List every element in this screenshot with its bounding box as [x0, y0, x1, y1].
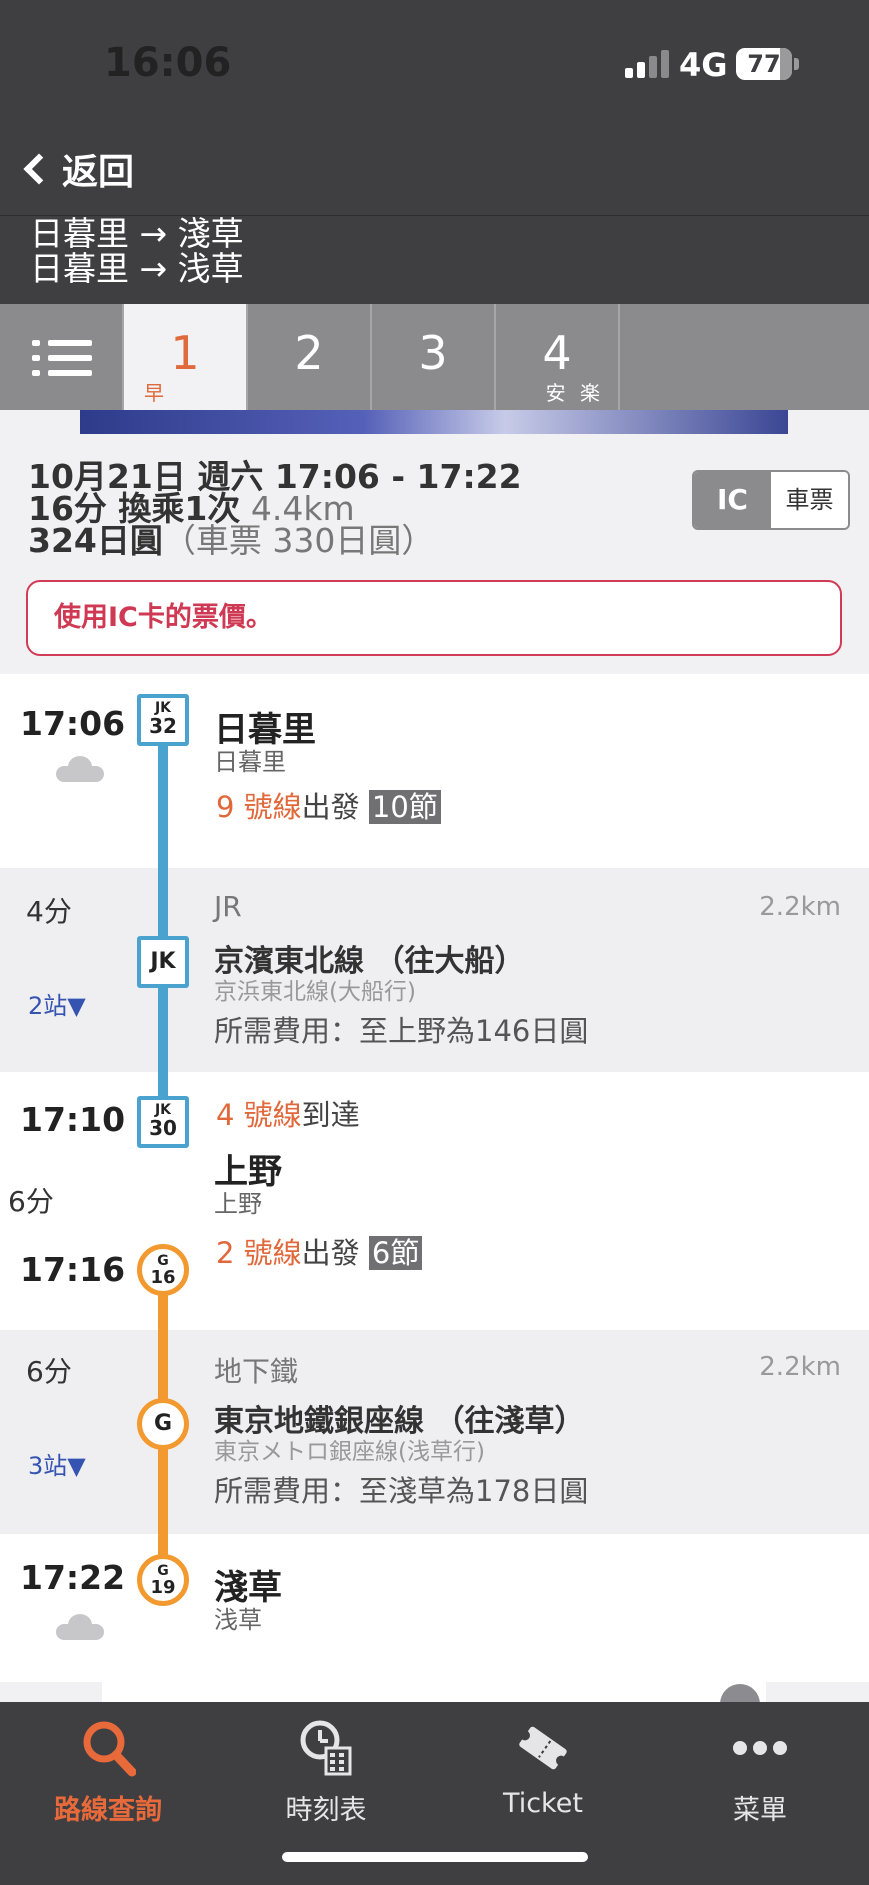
car-count: 10節: [368, 790, 441, 824]
platform-info: 9 號線出發 10節: [216, 784, 441, 826]
tab-badge-cheap-easy: 安 楽: [545, 381, 604, 405]
arrive-time: 17:22: [20, 1558, 126, 1597]
depart-time: 17:06: [20, 704, 126, 743]
tab-route-search[interactable]: 路線查詢: [8, 1718, 208, 1828]
battery-level: 77: [747, 50, 781, 78]
route-tabs: 1 早 2 3 4 安 楽: [0, 304, 869, 410]
leg-duration: 4分: [26, 895, 72, 928]
status-time: 16:06: [104, 40, 232, 86]
back-label: 返回: [62, 152, 135, 193]
route-title: 日暮里 → 淺草: [30, 214, 244, 253]
more-dots-icon: [733, 1741, 787, 1755]
status-bar: 16:06 4G 77: [0, 0, 869, 120]
ticket-icon: [519, 1726, 567, 1770]
signal-icon: [625, 50, 671, 78]
line-name-local: 京浜東北線(大船行): [214, 979, 416, 1005]
ticket-fare: （車票 330日圓）: [162, 521, 435, 560]
tab-route-1[interactable]: 1 早: [124, 304, 248, 410]
stop-row-ueno[interactable]: [0, 1072, 869, 1330]
tab-badge-fastest: 早: [144, 381, 168, 405]
route-title-original: 日暮里 → 浅草: [30, 249, 244, 288]
route-timeline: 17:06 JK 32 日暮里 日暮里 9 號線出發 10節 4分 2站▼ JR …: [0, 674, 869, 1704]
operator: JR: [214, 890, 242, 923]
route-header: 日暮里 → 淺草 日暮里 → 浅草: [0, 216, 869, 304]
nav-bar: 返回: [0, 120, 869, 216]
station-name-local: 上野: [214, 1190, 262, 1218]
jr-line-segment: [158, 714, 168, 1114]
station-badge-g16: G 16: [137, 1244, 189, 1296]
operator: 地下鐵: [214, 1355, 299, 1388]
line-badge-g: G: [137, 1398, 189, 1450]
arrive-time: 17:10: [20, 1100, 126, 1139]
network-type: 4G: [679, 46, 728, 84]
fare-ticket-option[interactable]: 車票: [771, 472, 848, 528]
leg-distance: 2.2km: [759, 892, 841, 922]
back-button[interactable]: 返回: [18, 144, 134, 194]
list-icon: [32, 340, 92, 376]
stop-row-asakusa[interactable]: [0, 1534, 869, 1704]
depart-time: 17:16: [20, 1250, 126, 1289]
station-badge-jk32: JK 32: [137, 694, 189, 746]
line-name-local: 東京メトロ銀座線(浅草行): [214, 1439, 485, 1465]
route-list-button[interactable]: [0, 304, 124, 410]
station-name-local: 浅草: [214, 1606, 262, 1634]
station-name-local: 日暮里: [214, 748, 286, 776]
tab-route-2[interactable]: 2: [248, 304, 372, 410]
chevron-left-icon: [23, 153, 55, 185]
clock-timetable-icon: [300, 1720, 352, 1776]
leg-distance: 2.2km: [759, 1352, 841, 1382]
search-icon: [83, 1721, 136, 1777]
tab-menu[interactable]: 菜單: [660, 1718, 860, 1828]
route-summary: 10月21日 週六 17:06 - 17:22 16分 換乘1次 4.4km 3…: [0, 410, 869, 674]
station-badge-jk30: JK 30: [137, 1096, 189, 1148]
leg-fare: 所需費用：至淺草為178日圓: [214, 1474, 589, 1508]
fare-ic-option[interactable]: IC: [694, 472, 771, 528]
stop-row-nippori[interactable]: [0, 674, 869, 868]
cloudy-weather-icon: [56, 1614, 104, 1640]
battery-icon: 77: [736, 48, 792, 80]
tab-route-4[interactable]: 4 安 楽: [496, 304, 620, 410]
tab-ticket[interactable]: Ticket: [443, 1718, 643, 1828]
stops-expand-toggle[interactable]: 2站▼: [28, 986, 86, 1021]
car-count: 6節: [368, 1236, 423, 1270]
total-fare: 324日圓（車票 330日圓）: [28, 521, 435, 560]
leg-duration: 6分: [26, 1355, 72, 1388]
ad-strip: [0, 1682, 869, 1706]
tab-timetable[interactable]: 時刻表: [226, 1718, 426, 1828]
arrival-platform: 4 號線到達: [216, 1098, 360, 1132]
fare-type-toggle: IC 車票: [692, 470, 850, 530]
transfer-duration: 6分: [8, 1185, 54, 1218]
fare-notice: 使用IC卡的票價。: [26, 580, 842, 656]
station-badge-g19: G 19: [137, 1554, 189, 1606]
departure-platform: 2 號線出發 6節: [216, 1230, 423, 1272]
leg-fare: 所需費用：至上野為146日圓: [214, 1014, 589, 1048]
line-badge-jk: JK: [137, 936, 189, 988]
home-indicator: [282, 1852, 588, 1862]
cloudy-weather-icon: [56, 756, 104, 782]
stops-expand-toggle[interactable]: 3站▼: [28, 1446, 86, 1481]
tab-route-3[interactable]: 3: [372, 304, 496, 410]
ad-banner[interactable]: [80, 410, 788, 434]
